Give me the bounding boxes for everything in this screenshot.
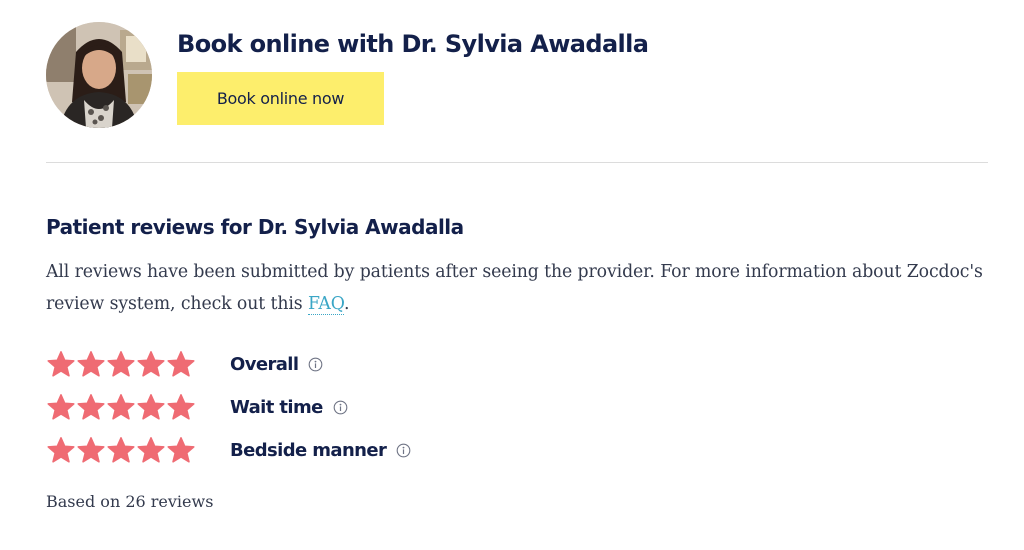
- reviews-description-text: All reviews have been submitted by patie…: [46, 262, 983, 314]
- rating-row-wait-time: Wait time: [46, 391, 348, 423]
- star-icon: [166, 350, 196, 378]
- info-icon[interactable]: [396, 443, 411, 458]
- star-icon: [46, 436, 76, 464]
- info-icon[interactable]: [308, 357, 323, 372]
- star-icon: [136, 393, 166, 421]
- faq-link[interactable]: FAQ: [307, 294, 344, 315]
- patient-reviews-title: Patient reviews for Dr. Sylvia Awadalla: [46, 215, 464, 239]
- book-online-title: Book online with Dr. Sylvia Awadalla: [177, 30, 649, 58]
- reviews-description: All reviews have been submitted by patie…: [46, 256, 986, 320]
- star-icon: [166, 393, 196, 421]
- star-rating: [46, 436, 196, 464]
- rating-label: Wait time: [230, 396, 323, 418]
- star-icon: [76, 436, 106, 464]
- rating-row-overall: Overall: [46, 348, 323, 380]
- star-icon: [76, 393, 106, 421]
- star-icon: [106, 436, 136, 464]
- rating-label: Overall: [230, 353, 299, 375]
- star-icon: [166, 436, 196, 464]
- star-icon: [106, 393, 136, 421]
- star-icon: [46, 350, 76, 378]
- reviews-description-end: .: [343, 294, 350, 314]
- star-rating: [46, 350, 196, 378]
- section-divider: [46, 162, 988, 163]
- info-icon[interactable]: [333, 400, 348, 415]
- rating-label: Bedside manner: [230, 439, 387, 461]
- book-online-button[interactable]: Book online now: [177, 72, 384, 125]
- star-rating: [46, 393, 196, 421]
- star-icon: [106, 350, 136, 378]
- star-icon: [136, 350, 166, 378]
- rating-row-bedside-manner: Bedside manner: [46, 434, 411, 466]
- reviews-count: Based on 26 reviews: [46, 492, 214, 511]
- star-icon: [46, 393, 76, 421]
- star-icon: [136, 436, 166, 464]
- doctor-photo: [46, 22, 152, 128]
- doctor-avatar: [46, 22, 152, 128]
- star-icon: [76, 350, 106, 378]
